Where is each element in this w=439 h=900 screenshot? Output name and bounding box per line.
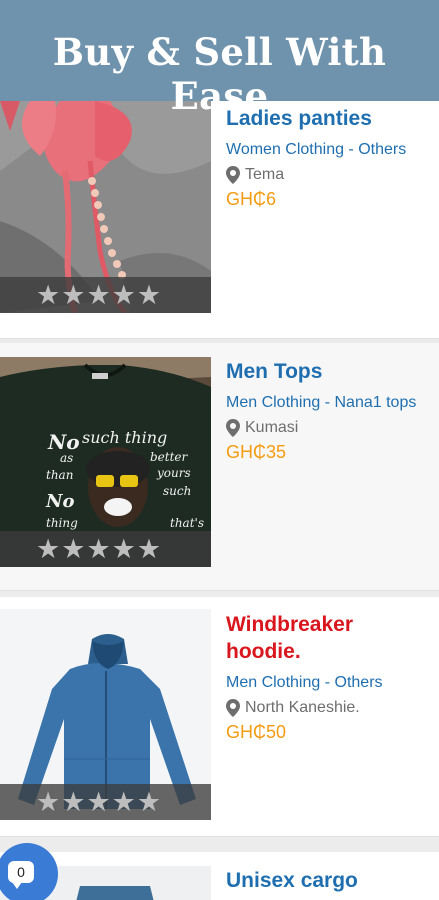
star-icon: ★ xyxy=(111,279,136,311)
svg-text:yours: yours xyxy=(156,466,191,480)
category-separator: - xyxy=(320,394,335,411)
listing-location: Kumasi xyxy=(226,419,431,437)
listing-image[interactable]: ★ ★ ★ ★ ★ xyxy=(0,609,211,820)
location-pin-icon xyxy=(226,166,240,184)
star-icon: ★ xyxy=(111,786,136,818)
svg-text:that's: that's xyxy=(170,516,204,530)
chat-count: 0 xyxy=(17,864,25,880)
app-header: Buy & Sell With Ease xyxy=(0,0,439,118)
listing-title[interactable]: Unisex cargo xyxy=(226,867,431,894)
subcategory-link[interactable]: Others xyxy=(335,674,383,691)
listing-image[interactable]: ★ ★ ★ ★ ★ xyxy=(0,101,211,313)
listing-title[interactable]: Windbreaker hoodie. xyxy=(226,611,431,665)
svg-text:better: better xyxy=(150,450,189,464)
listing-image[interactable]: No such thing as better than yours No su… xyxy=(0,357,211,567)
star-icon: ★ xyxy=(86,533,111,565)
chat-bubble-icon: 0 xyxy=(8,861,34,889)
star-icon: ★ xyxy=(111,533,136,565)
subcategory-link[interactable]: Nana1 tops xyxy=(335,394,417,411)
svg-text:thing: thing xyxy=(46,516,78,530)
listing-price: GH₵50 xyxy=(226,722,287,742)
star-icon: ★ xyxy=(61,533,86,565)
svg-text:No: No xyxy=(45,491,74,512)
listing-price: GH₵35 xyxy=(226,442,287,462)
location-text: Tema xyxy=(245,166,285,183)
star-icon: ★ xyxy=(36,786,61,818)
listing-location: North Kaneshie. xyxy=(226,699,431,717)
subcategory-link[interactable]: Others xyxy=(358,141,406,158)
category-separator: - xyxy=(320,674,335,691)
svg-text:such: such xyxy=(163,484,191,498)
category-link[interactable]: Women Clothing xyxy=(226,141,344,158)
star-icon: ★ xyxy=(61,786,86,818)
category-separator: - xyxy=(343,141,359,158)
rating-stars: ★ ★ ★ ★ ★ xyxy=(0,277,211,313)
star-icon: ★ xyxy=(136,533,162,565)
star-icon: ★ xyxy=(86,279,111,311)
listing-card[interactable]: ★ ★ ★ ★ ★ Ladies panties Women Clothing … xyxy=(0,101,439,339)
header-title: Buy & Sell With Ease xyxy=(52,30,387,118)
listing-title[interactable]: Men Tops xyxy=(226,358,431,385)
star-icon: ★ xyxy=(136,786,162,818)
svg-text:than: than xyxy=(46,468,73,482)
category-link[interactable]: Men Clothing xyxy=(226,674,320,691)
listing-card[interactable]: No such thing as better than yours No su… xyxy=(0,343,439,591)
star-icon: ★ xyxy=(136,279,162,311)
listing-card[interactable]: ★ ★ ★ ★ ★ Windbreaker hoodie. Men Clothi… xyxy=(0,597,439,837)
listing-location: Tema xyxy=(226,166,431,184)
star-icon: ★ xyxy=(36,533,61,565)
location-text: Kumasi xyxy=(245,419,299,436)
rating-stars: ★ ★ ★ ★ ★ xyxy=(0,784,211,820)
listing-category[interactable]: Men Clothing - Nana1 tops xyxy=(226,393,431,413)
star-icon: ★ xyxy=(86,786,111,818)
chat-button[interactable]: 0 xyxy=(0,843,58,900)
listing-card[interactable]: Unisex cargo xyxy=(0,852,439,900)
listing-category[interactable]: Men Clothing - Others xyxy=(226,673,431,693)
location-text: North Kaneshie. xyxy=(245,699,360,716)
star-icon: ★ xyxy=(61,279,86,311)
location-pin-icon xyxy=(226,419,240,437)
svg-text:as: as xyxy=(60,451,73,465)
rating-stars: ★ ★ ★ ★ ★ xyxy=(0,531,211,567)
category-link[interactable]: Men Clothing xyxy=(226,394,320,411)
star-icon: ★ xyxy=(36,279,61,311)
listing-category[interactable]: Women Clothing - Others xyxy=(226,140,431,160)
svg-text:such thing: such thing xyxy=(82,428,167,447)
location-pin-icon xyxy=(226,699,240,717)
listing-price: GH₵6 xyxy=(226,189,277,209)
